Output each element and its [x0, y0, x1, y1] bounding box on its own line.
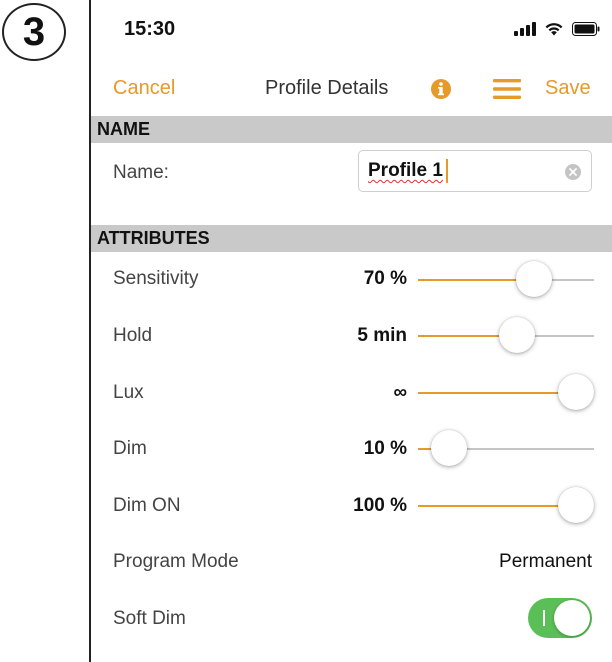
- wifi-icon: [545, 23, 563, 36]
- menu-icon[interactable]: [493, 79, 521, 99]
- slider-thumb[interactable]: [430, 430, 467, 466]
- sensitivity-label: Sensitivity: [113, 268, 199, 289]
- hold-label: Hold: [113, 325, 153, 346]
- slider-thumb[interactable]: [516, 261, 552, 297]
- dim-on-slider[interactable]: [418, 486, 594, 526]
- status-icons: [514, 22, 600, 36]
- slider-track-fill: [418, 505, 576, 507]
- program-mode-label: Program Mode: [113, 551, 239, 572]
- name-input-value: Profile 1: [368, 160, 443, 181]
- soft-dim-toggle[interactable]: [528, 598, 592, 638]
- text-caret: [446, 159, 448, 183]
- sensitivity-slider[interactable]: [418, 260, 594, 300]
- page-title: Profile Details: [265, 77, 389, 99]
- step-number-badge: 3: [2, 3, 66, 61]
- section-header-name: NAME: [91, 116, 612, 143]
- status-time: 15:30: [124, 18, 176, 40]
- toggle-knob: [554, 600, 590, 636]
- sensitivity-value: 70 %: [363, 268, 407, 289]
- save-button[interactable]: Save: [545, 77, 591, 100]
- slider-track-fill: [418, 392, 576, 394]
- lux-label: Lux: [113, 382, 144, 403]
- slider-thumb[interactable]: [558, 374, 594, 410]
- battery-icon: [572, 22, 600, 36]
- dim-slider[interactable]: [418, 429, 594, 469]
- section-header-attributes: ATTRIBUTES: [91, 225, 612, 252]
- cancel-button[interactable]: Cancel: [113, 77, 175, 100]
- slider-thumb[interactable]: [499, 317, 536, 353]
- lux-slider[interactable]: [418, 373, 594, 413]
- name-label: Name:: [113, 162, 169, 183]
- lux-value: ∞: [393, 382, 407, 403]
- dim-label: Dim: [113, 438, 147, 459]
- dim-value: 10 %: [363, 438, 407, 459]
- navigation-bar: Cancel Profile Details Save: [91, 58, 612, 116]
- hold-value: 5 min: [357, 325, 407, 346]
- dim-on-value: 100 %: [353, 495, 407, 516]
- program-mode-value[interactable]: Permanent: [499, 551, 592, 573]
- status-bar: 15:30: [91, 0, 612, 58]
- name-input[interactable]: Profile 1: [358, 150, 592, 192]
- hold-slider[interactable]: [418, 316, 594, 356]
- soft-dim-label: Soft Dim: [113, 608, 186, 629]
- clear-text-icon[interactable]: [565, 164, 581, 180]
- phone-screen: 15:30 Cancel Profile Details Save NAME N…: [91, 0, 612, 662]
- dim-on-label: Dim ON: [113, 495, 181, 516]
- signal-icon: [514, 22, 536, 36]
- slider-thumb[interactable]: [558, 487, 594, 523]
- toggle-on-mark: [543, 610, 545, 626]
- info-icon[interactable]: [430, 78, 452, 100]
